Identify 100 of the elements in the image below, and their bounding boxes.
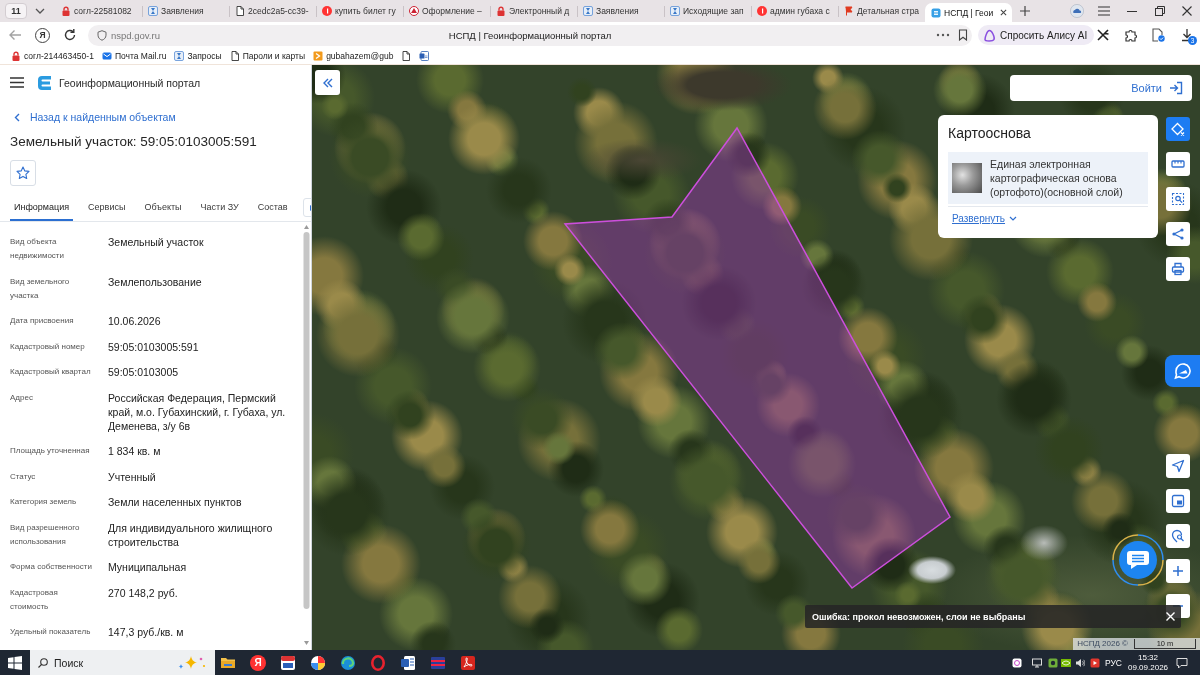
plus-icon[interactable] [1020, 6, 1030, 16]
pdf-icon[interactable] [460, 654, 476, 671]
layers-icon [1171, 122, 1185, 136]
detail-tab[interactable]: Сервисы [84, 195, 130, 221]
tab-counter-button[interactable]: 11 [5, 3, 27, 19]
alice-button[interactable]: Спросить Алису AI [978, 25, 1095, 45]
detail-tab[interactable]: Информация [10, 195, 74, 221]
location-search-button[interactable] [1166, 524, 1190, 548]
layers-button[interactable] [1166, 117, 1190, 141]
browser-tab[interactable]: Детальная стра [838, 0, 925, 22]
app-badge-icon[interactable] [1047, 657, 1058, 668]
notification-icon[interactable] [1176, 656, 1188, 669]
taskbar-app-button[interactable]: Я [250, 654, 266, 671]
area-select-button[interactable] [1166, 187, 1190, 211]
detail-tab[interactable]: Объекты [140, 195, 186, 221]
login-icon [1169, 81, 1183, 95]
browser-tab[interactable]: админ губаха с [751, 0, 838, 22]
chat-icon[interactable] [1110, 532, 1166, 588]
navigation-button[interactable] [1166, 454, 1190, 478]
collapse-button[interactable] [315, 70, 340, 95]
property-value: Муниципальная [108, 560, 188, 574]
property-label: Кадастровый квартал [10, 366, 92, 378]
play-tile-icon[interactable] [1089, 657, 1100, 668]
browser-tab[interactable]: согл-22581082 [55, 0, 142, 22]
document-tile-icon[interactable] [419, 51, 430, 61]
browser-tab[interactable]: 2cedc2a5-cc39- [229, 0, 316, 22]
chevron-down-icon[interactable] [35, 8, 45, 14]
browser-tab[interactable]: НСПД | Геои [925, 3, 1012, 22]
layer-item[interactable]: Единая электронная картографическая основа (ортофото)(основной слой) [948, 152, 1148, 204]
start-icon[interactable] [8, 655, 22, 670]
bookmark[interactable]: Пароли и карты [229, 51, 306, 61]
minimap-button[interactable] [1166, 489, 1190, 513]
clock-time[interactable]: 15:32 [1138, 652, 1158, 663]
segmented-circle-icon[interactable] [310, 654, 326, 671]
document-tile-icon[interactable] [400, 654, 416, 671]
document-check-icon[interactable] [1151, 28, 1165, 42]
navigation-arrow-icon [1171, 459, 1185, 473]
browser-tab[interactable]: Электронный д [490, 0, 577, 22]
reload-icon[interactable] [63, 28, 77, 42]
tile-icon[interactable] [280, 654, 296, 671]
detail-tab[interactable]: Части ЗУ [196, 195, 243, 221]
bookmark-icon[interactable] [958, 29, 968, 41]
browser-tab[interactable]: купить билет гу [316, 0, 403, 22]
crossed-lines-icon[interactable] [1096, 28, 1110, 42]
zoom-in-button[interactable] [1166, 559, 1190, 583]
rounded-square-icon[interactable] [1011, 657, 1022, 668]
lock-icon [61, 6, 71, 16]
browser-tab[interactable]: Оформление – [403, 0, 490, 22]
swirl-icon[interactable] [340, 654, 356, 671]
striped-tile-icon[interactable] [430, 654, 446, 671]
back-link[interactable]: Назад к найденным объектам [14, 110, 176, 124]
cloud-icon[interactable] [1070, 4, 1084, 18]
chevron-left-icon [14, 112, 20, 122]
round-logo-icon [757, 6, 767, 16]
close-icon[interactable] [1000, 9, 1007, 16]
browser-tab[interactable]: Заявления [577, 0, 664, 22]
browser-tab[interactable]: Заявления [142, 0, 229, 22]
search-box[interactable]: Поиск [30, 650, 215, 675]
document-icon [235, 6, 245, 16]
bookmark[interactable]: Запросы [174, 51, 222, 61]
property-label: Вид земельного участка [10, 275, 71, 302]
eye-icon[interactable] [1060, 657, 1071, 668]
plus-icon [1171, 564, 1185, 578]
monitor-icon[interactable] [1031, 657, 1042, 668]
bookmark[interactable]: gubahazem@gub [313, 51, 394, 61]
shield-icon[interactable] [97, 29, 107, 41]
menu-icon[interactable] [10, 77, 24, 88]
language-indicator[interactable]: РУС [1104, 657, 1122, 668]
home-button[interactable]: Я [35, 27, 50, 43]
login-button[interactable]: Войти [1131, 81, 1183, 95]
bookmark[interactable]: согл-214463450-1 [11, 51, 94, 61]
lock-icon [11, 51, 21, 61]
bookmark[interactable]: Почта Mail.ru [101, 51, 167, 61]
document-icon[interactable] [401, 51, 412, 61]
download-icon[interactable] [1180, 28, 1194, 42]
share-button[interactable] [1166, 222, 1190, 246]
ring-icon [983, 28, 996, 42]
double-chevron-icon [321, 77, 334, 88]
restore-icon[interactable] [1155, 6, 1165, 16]
hourglass-icon [148, 6, 158, 16]
print-button[interactable] [1166, 257, 1190, 281]
speaker-icon[interactable] [1074, 657, 1085, 668]
favorite-button[interactable] [10, 160, 36, 186]
feedback-icon [1172, 361, 1193, 381]
detail-tab[interactable]: Состав [253, 195, 292, 221]
portal-title: Геоинформационный портал [59, 76, 201, 89]
property-label: Статус [10, 470, 37, 483]
expand-link[interactable]: Развернуть [948, 213, 1017, 224]
envelope-icon [101, 51, 112, 61]
puzzle-icon[interactable] [1124, 28, 1138, 42]
more-icon[interactable] [936, 33, 950, 37]
clock-date[interactable]: 09.09.2026 [1128, 662, 1169, 673]
close-icon[interactable] [1182, 6, 1192, 16]
ring-icon[interactable] [370, 654, 386, 671]
browser-tab[interactable]: Исходящие зап [664, 0, 751, 22]
url-field[interactable]: nspd.gov.ru [111, 29, 169, 41]
search-field[interactable]: Поиск [54, 656, 144, 669]
measure-button[interactable] [1166, 152, 1190, 176]
feedback-button[interactable] [1165, 355, 1200, 387]
address-bar[interactable]: nspd.gov.ru НСПД | Геоинформационный портал [88, 24, 972, 46]
